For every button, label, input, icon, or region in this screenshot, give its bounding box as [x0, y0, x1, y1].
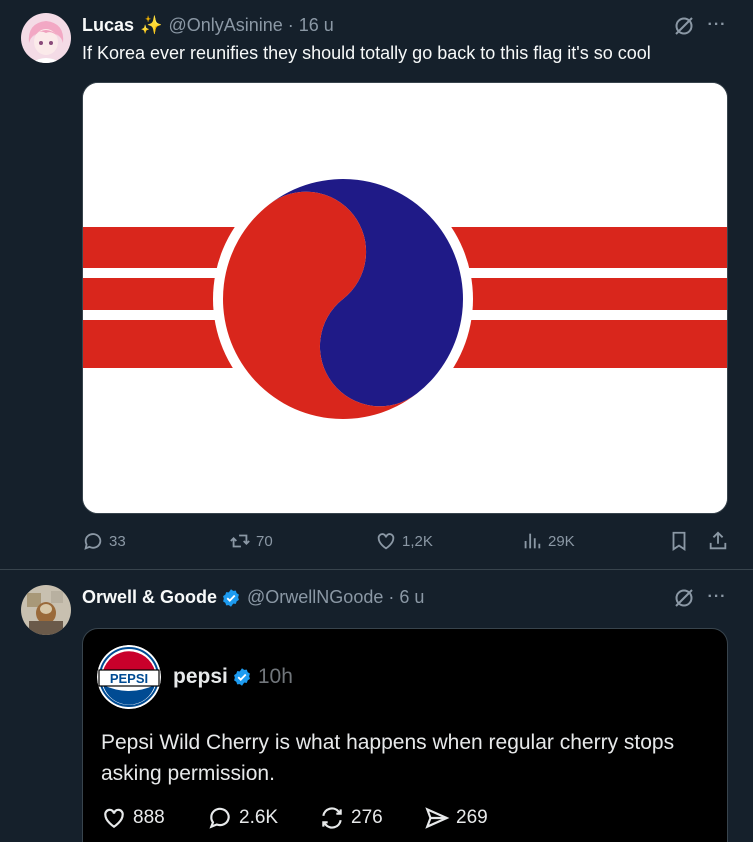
bookmark-button[interactable]	[668, 530, 690, 552]
verified-badge-icon	[223, 588, 239, 607]
bookmark-icon	[672, 531, 686, 551]
avatar[interactable]	[21, 13, 71, 63]
reply-icon	[84, 533, 102, 550]
quoted-text: Pepsi Wild Cherry is what happens when r…	[101, 731, 675, 785]
heart-icon	[104, 808, 124, 828]
quoted-actions: 888 2.6K 276 269	[101, 805, 711, 835]
quoted-repost-button[interactable]: 276	[319, 805, 383, 831]
repost-button[interactable]: 70	[229, 530, 273, 552]
like-button[interactable]: 1,2K	[375, 530, 433, 552]
quoted-reply-count: 2.6K	[239, 807, 279, 828]
share-button[interactable]	[707, 530, 729, 552]
sparkles-icon: ✨	[140, 15, 163, 35]
handle-and-time[interactable]: @OrwellNGoode · 6 u	[247, 587, 424, 608]
more-icon[interactable]: ···	[705, 15, 729, 37]
send-icon	[425, 807, 450, 829]
tweet-header: Lucas ✨ @OnlyAsinine · 16 u	[82, 15, 334, 36]
quoted-repost-count: 276	[351, 807, 383, 828]
like-count: 1,2K	[402, 532, 433, 550]
avatar[interactable]	[21, 585, 71, 635]
quoted-share-button[interactable]: 269	[424, 805, 488, 831]
repost-count: 70	[256, 532, 273, 550]
display-name[interactable]: Orwell & Goode	[82, 587, 217, 608]
verified-badge-icon	[233, 668, 250, 686]
quoted-header: pepsi 10h	[173, 665, 293, 689]
comment-icon	[209, 807, 230, 829]
pepsi-avatar[interactable]: PEPSI	[97, 645, 161, 709]
heart-icon	[377, 533, 395, 550]
repost-icon	[322, 807, 342, 829]
quoted-time: 10h	[257, 665, 293, 688]
quoted-share-count: 269	[456, 807, 488, 828]
grok-icon[interactable]	[673, 587, 695, 609]
reply-count: 33	[109, 532, 126, 550]
tweet-actions: 33 70 1,2K 29K	[0, 530, 753, 556]
reply-button[interactable]: 33	[82, 530, 126, 552]
views-button[interactable]: 29K	[521, 530, 575, 552]
quoted-like-button[interactable]: 888	[101, 805, 165, 831]
repost-icon	[230, 534, 250, 548]
more-icon[interactable]: ···	[705, 587, 729, 609]
view-count: 29K	[548, 532, 575, 550]
quoted-display-name[interactable]: pepsi	[173, 665, 228, 689]
quoted-like-count: 888	[133, 807, 165, 828]
pepsi-logo-text: PEPSI	[110, 671, 148, 686]
quoted-reply-button[interactable]: 2.6K	[207, 805, 278, 831]
tweet[interactable]: Lucas ✨ @OnlyAsinine · 16 u ··· If Korea…	[0, 0, 753, 570]
tweet-text: If Korea ever reunifies they should tota…	[82, 43, 651, 63]
grok-icon[interactable]	[673, 15, 695, 37]
tweet-image-flag[interactable]	[82, 82, 728, 514]
quoted-post[interactable]: PEPSI pepsi 10h Pepsi Wild Cherry is wha…	[82, 628, 728, 842]
analytics-icon	[524, 533, 541, 549]
handle-and-time[interactable]: @OnlyAsinine · 16 u	[168, 15, 333, 36]
share-icon	[709, 531, 727, 550]
tweet-header: Orwell & Goode @OrwellNGoode · 6 u	[82, 587, 424, 608]
display-name[interactable]: Lucas	[82, 15, 134, 36]
tweet[interactable]: Orwell & Goode @OrwellNGoode · 6 u ··· P…	[0, 571, 753, 842]
